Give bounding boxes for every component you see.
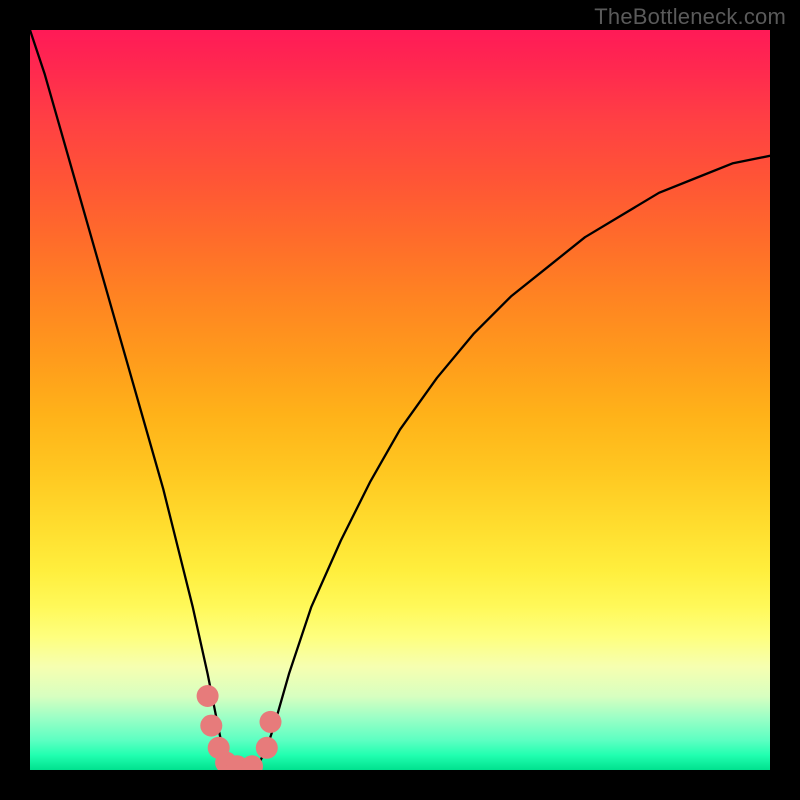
curve-marker (241, 755, 263, 770)
curve-marker (260, 711, 282, 733)
bottleneck-chart-svg (30, 30, 770, 770)
curve-layer (30, 30, 770, 770)
attribution-text: TheBottleneck.com (594, 4, 786, 30)
marker-layer (197, 685, 282, 770)
chart-frame: TheBottleneck.com (0, 0, 800, 800)
curve-marker (197, 685, 219, 707)
curve-marker (200, 715, 222, 737)
plot-area (30, 30, 770, 770)
curve-marker (256, 737, 278, 759)
bottleneck-curve (30, 30, 770, 770)
